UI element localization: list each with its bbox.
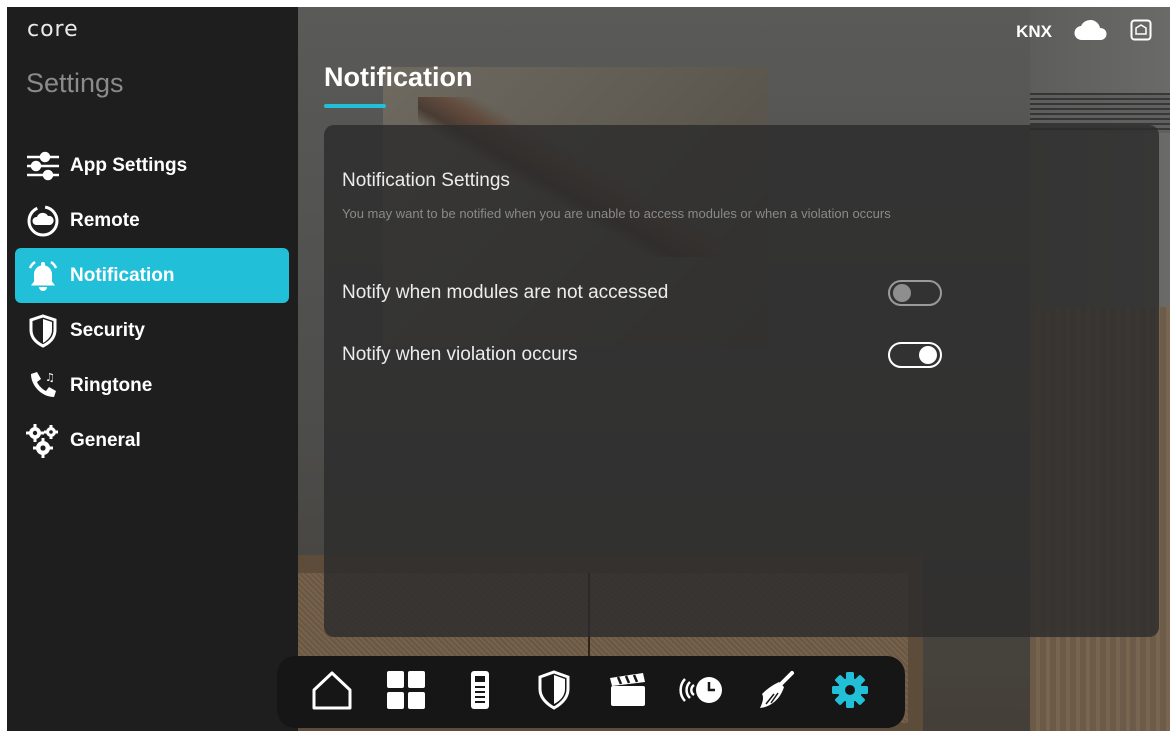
page-title: Notification <box>324 62 473 92</box>
cloud-circle-icon <box>23 201 63 241</box>
grid-icon <box>386 670 426 714</box>
home-icon <box>311 670 353 714</box>
sidebar-item-label: Remote <box>70 209 140 231</box>
option-label: Notify when violation occurs <box>342 344 578 365</box>
sidebar-title: Settings <box>26 68 124 98</box>
sidebar-item-label: App Settings <box>70 154 188 176</box>
dock-rooms-button[interactable] <box>382 668 430 716</box>
status-bar: KNX <box>1016 19 1152 45</box>
intercom-icon <box>468 670 492 714</box>
page-title-underline <box>324 104 386 108</box>
option-label: Notify when modules are not accessed <box>342 282 669 303</box>
option-row-modules-not-accessed: Notify when modules are not accessed <box>342 278 942 308</box>
app-window: core Settings App Settings Remote Notifi… <box>7 7 1170 731</box>
dock-security-button[interactable] <box>530 668 578 716</box>
toggle-knob <box>919 346 937 364</box>
toggle-modules-not-accessed[interactable] <box>888 280 942 306</box>
sidebar-item-remote[interactable]: Remote <box>15 193 289 248</box>
dock-intercom-button[interactable] <box>456 668 504 716</box>
shield-icon <box>537 670 571 714</box>
sidebar-item-ringtone[interactable]: ♫ Ringtone <box>15 358 289 413</box>
settings-gear-icon <box>830 670 870 714</box>
card-description: You may want to be notified when you are… <box>342 206 891 221</box>
phone-music-icon: ♫ <box>23 366 63 406</box>
svg-text:♫: ♫ <box>45 371 55 384</box>
dock-home-button[interactable] <box>308 668 356 716</box>
sidebar-nav: App Settings Remote Notification Securit… <box>15 138 289 468</box>
main-content: Notification KNX Notification Settings Y… <box>298 7 1170 731</box>
sidebar-item-notification[interactable]: Notification <box>15 248 289 303</box>
gears-icon <box>23 421 63 461</box>
sidebar: core Settings App Settings Remote Notifi… <box>7 7 298 731</box>
sidebar-item-general[interactable]: General <box>15 413 289 468</box>
cloud-icon[interactable] <box>1074 19 1108 45</box>
dock-schedule-button[interactable] <box>678 668 726 716</box>
cleaning-icon <box>756 670 796 714</box>
sidebar-item-label: Ringtone <box>70 374 153 396</box>
option-row-violation-occurs: Notify when violation occurs <box>342 340 942 370</box>
dock-cleaning-button[interactable] <box>752 668 800 716</box>
dock-settings-button[interactable] <box>826 668 874 716</box>
sidebar-item-label: General <box>70 429 141 451</box>
gateway-icon[interactable] <box>1130 19 1152 45</box>
card-heading: Notification Settings <box>342 170 510 191</box>
shield-icon <box>23 311 63 351</box>
toggle-violation-occurs[interactable] <box>888 342 942 368</box>
brand-logo: core <box>27 17 79 42</box>
schedule-icon <box>679 673 725 711</box>
scene-clapper-icon <box>608 672 648 712</box>
protocol-label: KNX <box>1016 22 1052 41</box>
sidebar-item-app-settings[interactable]: App Settings <box>15 138 289 193</box>
sidebar-item-security[interactable]: Security <box>15 303 289 358</box>
bottom-dock <box>277 656 905 728</box>
toggle-knob <box>893 284 911 302</box>
bell-icon <box>23 256 63 296</box>
sidebar-item-label: Security <box>70 319 145 341</box>
sliders-icon <box>23 146 63 186</box>
dock-scenes-button[interactable] <box>604 668 652 716</box>
sidebar-item-label: Notification <box>70 264 175 286</box>
notification-settings-card: Notification Settings You may want to be… <box>324 125 1159 637</box>
